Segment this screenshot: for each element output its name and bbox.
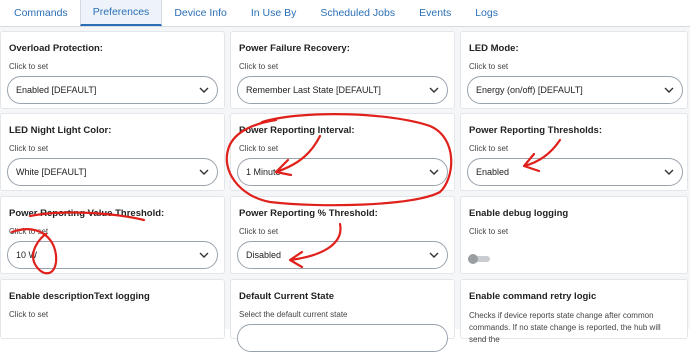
tab-in-use-by[interactable]: In Use By — [239, 0, 309, 26]
led-night-light-card: LED Night Light Color: Click to set Whit… — [0, 113, 225, 191]
chevron-down-icon — [199, 169, 209, 175]
tab-preferences[interactable]: Preferences — [79, 0, 163, 26]
select-value: Enabled [DEFAULT] — [16, 85, 97, 95]
select-value: Disabled — [246, 250, 282, 260]
power-reporting-thresholds-card: Power Reporting Thresholds: Click to set… — [460, 113, 688, 191]
select-value: Remember Last State [DEFAULT] — [246, 85, 381, 95]
card-title: Enable descriptionText logging — [9, 291, 150, 302]
power-reporting-percent-threshold-select[interactable]: Disabled — [237, 241, 448, 269]
power-reporting-percent-threshold-card: Power Reporting % Threshold: Click to se… — [230, 196, 455, 274]
tab-commands[interactable]: Commands — [2, 0, 80, 26]
power-reporting-value-threshold-select[interactable]: 10 W — [7, 241, 218, 269]
tab-device-info[interactable]: Device Info — [162, 0, 239, 26]
chevron-down-icon — [664, 169, 674, 175]
chevron-down-icon — [429, 252, 439, 258]
default-current-state-card: Default Current State Select the default… — [230, 279, 455, 352]
description-text-logging-card: Enable descriptionText logging Click to … — [0, 279, 225, 339]
debug-logging-toggle[interactable] — [467, 253, 491, 265]
card-hint: Checks if device reports state change af… — [469, 311, 661, 344]
card-hint: Click to set — [469, 144, 509, 153]
select-value: White [DEFAULT] — [16, 167, 87, 177]
power-reporting-value-threshold-card: Power Reporting Value Threshold: Click t… — [0, 196, 225, 274]
card-title: LED Night Light Color: — [9, 125, 112, 136]
card-hint: Click to set — [469, 62, 509, 71]
command-retry-card: Enable command retry logic Checks if dev… — [460, 279, 688, 344]
card-title: Overload Protection: — [9, 43, 103, 54]
led-mode-select[interactable]: Energy (on/off) [DEFAULT] — [467, 76, 683, 104]
chevron-down-icon — [429, 169, 439, 175]
card-title: Power Reporting Value Threshold: — [9, 208, 165, 219]
chevron-down-icon — [199, 87, 209, 93]
overload-protection-card: Overload Protection: Click to set Enable… — [0, 31, 225, 109]
led-night-light-select[interactable]: White [DEFAULT] — [7, 158, 218, 186]
led-mode-card: LED Mode: Click to set Energy (on/off) [… — [460, 31, 688, 109]
card-hint: Click to set — [469, 227, 509, 236]
card-hint: Click to set — [9, 144, 49, 153]
select-value: Energy (on/off) [DEFAULT] — [476, 85, 583, 95]
tab-logs[interactable]: Logs — [463, 0, 510, 26]
card-hint: Click to set — [9, 227, 49, 236]
preferences-grid: Overload Protection: Click to set Enable… — [0, 27, 690, 352]
card-hint: Click to set — [9, 62, 49, 71]
card-hint: Click to set — [239, 62, 279, 71]
overload-protection-select[interactable]: Enabled [DEFAULT] — [7, 76, 218, 104]
tab-events[interactable]: Events — [407, 0, 463, 26]
select-value: Enabled — [476, 167, 510, 177]
power-reporting-interval-card: Power Reporting Interval: Click to set 1… — [230, 113, 455, 191]
default-current-state-select[interactable] — [237, 324, 448, 352]
tab-bar: Commands Preferences Device Info In Use … — [0, 0, 690, 27]
card-hint: Click to set — [239, 144, 279, 153]
chevron-down-icon — [429, 87, 439, 93]
card-hint: Click to set — [9, 310, 49, 319]
power-failure-recovery-card: Power Failure Recovery: Click to set Rem… — [230, 31, 455, 109]
power-reporting-interval-select[interactable]: 1 Minute — [237, 158, 448, 186]
card-title: Default Current State — [239, 291, 335, 302]
tab-scheduled-jobs[interactable]: Scheduled Jobs — [308, 0, 407, 26]
card-title: Power Reporting Interval: — [239, 125, 355, 136]
select-value: 10 W — [16, 250, 38, 260]
card-hint: Click to set — [239, 227, 279, 236]
card-hint: Select the default current state — [239, 310, 348, 319]
card-title: Power Failure Recovery: — [239, 43, 350, 54]
card-title: Enable debug logging — [469, 208, 569, 219]
power-reporting-thresholds-select[interactable]: Enabled — [467, 158, 683, 186]
card-title: Enable command retry logic — [469, 291, 597, 302]
card-title: Power Reporting % Threshold: — [239, 208, 378, 219]
power-failure-recovery-select[interactable]: Remember Last State [DEFAULT] — [237, 76, 448, 104]
card-title: LED Mode: — [469, 43, 519, 54]
chevron-down-icon — [664, 87, 674, 93]
debug-logging-card: Enable debug logging Click to set — [460, 196, 688, 274]
select-value: 1 Minute — [246, 167, 281, 177]
card-title: Power Reporting Thresholds: — [469, 125, 603, 136]
chevron-down-icon — [199, 252, 209, 258]
